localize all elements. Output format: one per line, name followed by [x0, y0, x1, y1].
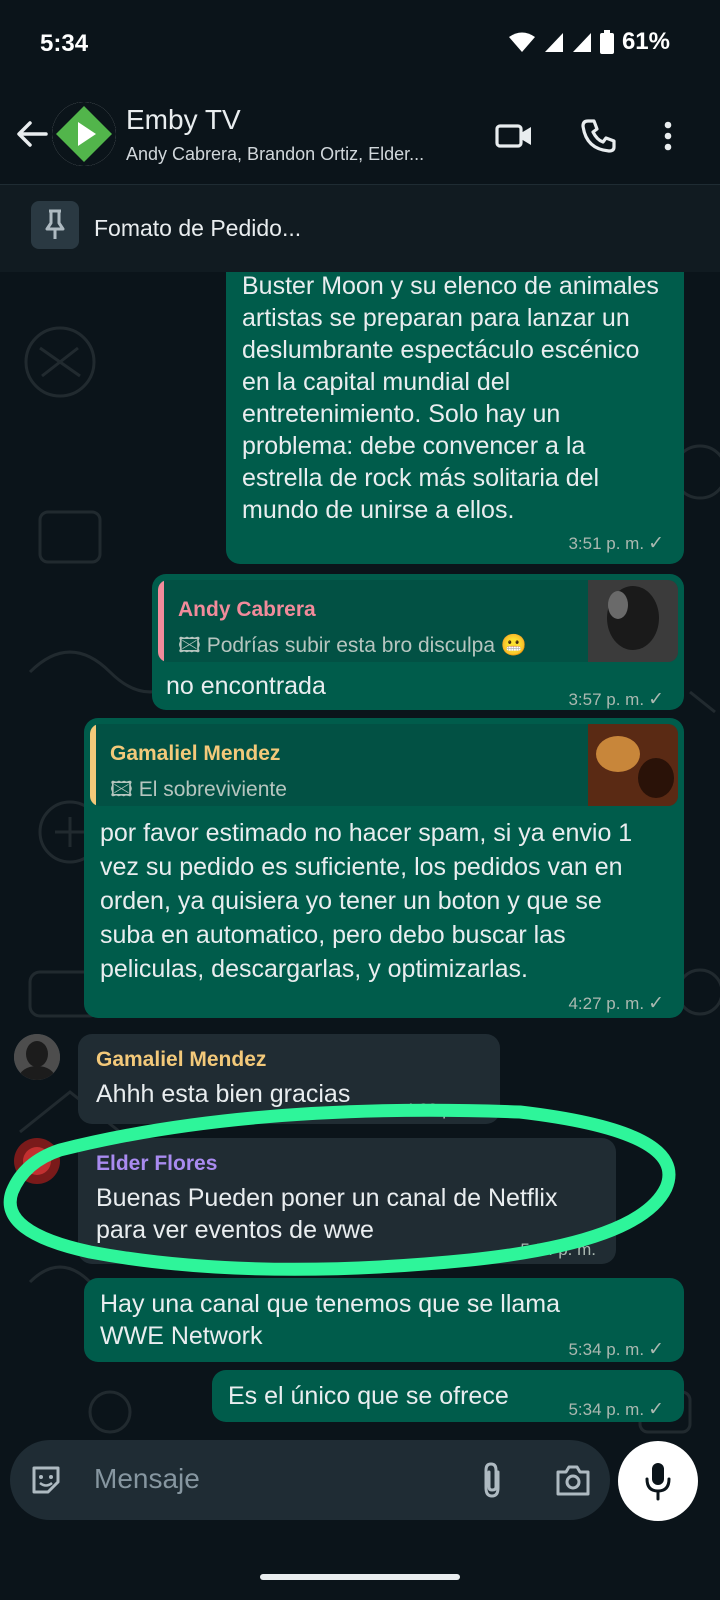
emby-logo-icon: [52, 102, 116, 166]
message-list[interactable]: Buster Moon y su elenco de animales arti…: [0, 272, 720, 1452]
battery-level: 61%: [621, 28, 670, 55]
message-time: 5:34 p. m. ✓: [568, 1334, 664, 1366]
reply-quote-bar: [158, 580, 164, 662]
navigation-handle[interactable]: [260, 1574, 460, 1580]
reply-snippet: 🖾 El sobreviviente: [110, 774, 287, 806]
sent-check-icon: ✓: [648, 1399, 664, 1420]
reply-quote[interactable]: Gamaliel Mendez 🖾 El sobreviviente: [90, 724, 678, 806]
message-text: Buster Moon y su elenco de animales arti…: [242, 272, 659, 524]
emoji-sticker-icon[interactable]: [28, 1462, 64, 1498]
message-bubble-outgoing[interactable]: Hay una canal que tenemos que se llama W…: [84, 1278, 684, 1362]
sent-check-icon: ✓: [648, 993, 664, 1014]
pinned-message-bar[interactable]: Fomato de Pedido...: [0, 184, 720, 274]
group-avatar[interactable]: [52, 102, 116, 166]
sent-check-icon: ✓: [648, 1339, 664, 1360]
sent-check-icon: ✓: [648, 533, 664, 554]
voice-call-icon[interactable]: [578, 116, 618, 156]
reply-snippet: 🖾 Podrías subir esta bro disculpa 😬: [178, 630, 527, 662]
more-options-icon[interactable]: [648, 116, 688, 156]
pin-icon: [31, 201, 79, 249]
chat-header: Emby TV Andy Cabrera, Brandon Ortiz, Eld…: [0, 84, 720, 184]
message-input[interactable]: Mensaje: [94, 1463, 200, 1495]
back-arrow-icon[interactable]: [12, 114, 52, 154]
reply-text: El sobreviviente: [138, 778, 287, 801]
message-text: no encontrada: [166, 672, 326, 700]
message-text: Hay una canal que tenemos que se llama W…: [100, 1290, 561, 1350]
image-icon: 🖾: [110, 778, 139, 801]
image-icon: 🖾: [178, 634, 207, 657]
pinned-message-text: Fomato de Pedido...: [94, 215, 302, 241]
message-bubble-outgoing[interactable]: Buster Moon y su elenco de animales arti…: [226, 272, 684, 564]
chat-title[interactable]: Emby TV: [126, 104, 241, 136]
message-time: 5:34 p. m. ✓: [568, 1394, 664, 1426]
signal-icon-2: [572, 33, 591, 52]
reply-thumbnail: [588, 580, 678, 662]
reply-quote-bar: [90, 724, 96, 806]
message-timestamp: 5:34 p. m.: [568, 1340, 645, 1359]
message-time: 3:57 p. m. ✓: [568, 684, 664, 716]
status-bar: 5:34 61%: [0, 0, 720, 84]
reply-thumbnail: [588, 724, 678, 806]
chat-participants[interactable]: Andy Cabrera, Brandon Ortiz, Elder...: [126, 144, 486, 165]
highlight-circle: [3, 1103, 676, 1276]
video-call-icon[interactable]: [494, 116, 534, 156]
status-time: 5:34: [40, 30, 89, 57]
message-bubble-outgoing[interactable]: Gamaliel Mendez 🖾 El sobreviviente por f…: [84, 718, 684, 1018]
sent-check-icon: ✓: [648, 689, 664, 710]
message-bubble-outgoing[interactable]: Andy Cabrera 🖾 Podrías subir esta bro di…: [152, 574, 684, 710]
message-bubble-outgoing[interactable]: Es el único que se ofrece 5:34 p. m. ✓: [212, 1370, 684, 1422]
message-timestamp: 5:34 p. m.: [568, 1400, 645, 1419]
reply-quote[interactable]: Andy Cabrera 🖾 Podrías subir esta bro di…: [158, 580, 678, 662]
wifi-icon: [508, 32, 535, 52]
avatar[interactable]: [14, 1034, 60, 1080]
message-composer[interactable]: Mensaje: [10, 1440, 610, 1520]
voice-message-button[interactable]: [618, 1441, 698, 1521]
message-timestamp: 3:57 p. m.: [568, 690, 645, 709]
message-time: 3:51 p. m. ✓: [568, 528, 664, 560]
message-timestamp: 4:27 p. m.: [568, 994, 645, 1013]
microphone-icon: [645, 1463, 671, 1501]
camera-icon[interactable]: [554, 1462, 592, 1498]
signal-icon: [544, 33, 563, 52]
message-text: Es el único que se ofrece: [228, 1382, 509, 1410]
message-time: 4:27 p. m. ✓: [568, 988, 664, 1020]
attach-icon[interactable]: [474, 1460, 510, 1500]
reply-sender: Gamaliel Mendez: [110, 742, 281, 765]
message-sender: Gamaliel Mendez: [96, 1048, 267, 1071]
battery-icon: [599, 30, 614, 54]
reply-text: Podrías subir esta bro disculpa 😬: [206, 634, 527, 657]
reply-sender: Andy Cabrera: [178, 598, 316, 621]
message-text: por favor estimado no hacer spam, si ya …: [100, 819, 633, 983]
status-icons: 61%: [508, 28, 670, 56]
message-timestamp: 3:51 p. m.: [568, 534, 645, 553]
